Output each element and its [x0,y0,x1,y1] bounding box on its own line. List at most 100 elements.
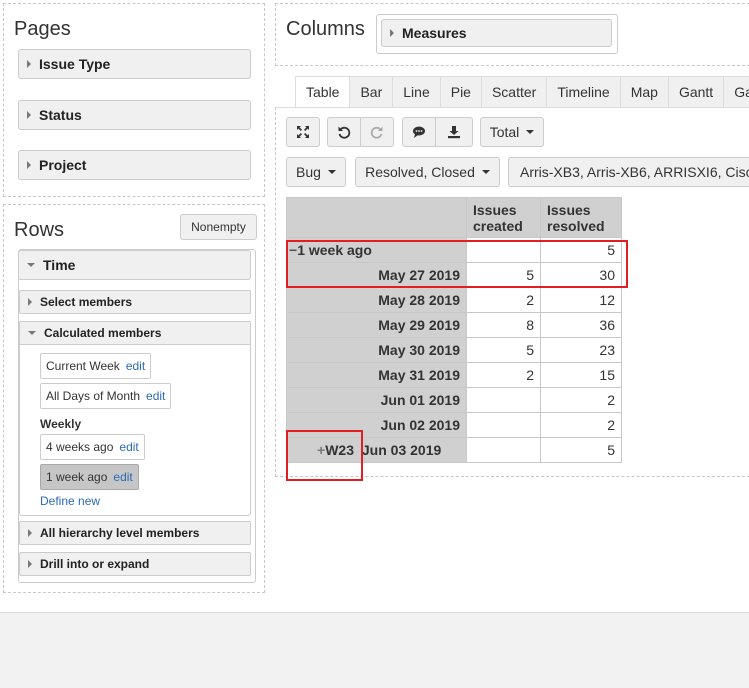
dimension-status[interactable]: Status [18,100,251,130]
header-row: Issues created Issues resolved [286,197,622,238]
caret-down-icon [481,170,490,174]
column-header-issues-resolved[interactable]: Issues resolved [540,197,622,238]
filter-project[interactable]: Arris-XB3, Arris-XB6, ARRISXI6, Cisc [508,157,749,187]
dimension-time[interactable]: Time [18,250,251,280]
dimension-label: Issue Type [39,56,111,72]
table-row: May 31 2019 2 15 [286,362,622,388]
undo-button[interactable] [327,117,361,147]
row-header[interactable]: May 31 2019 [286,362,467,388]
chevron-right-icon [28,560,32,568]
dimension-project[interactable]: Project [18,150,251,180]
dimension-measures[interactable]: Measures [381,19,612,47]
chevron-right-icon [27,60,31,68]
tab-line[interactable]: Line [393,76,441,108]
edit-link[interactable]: edit [126,359,145,373]
download-icon [448,126,460,139]
member-label: All Days of Month [46,389,141,403]
tab-pie[interactable]: Pie [440,76,482,108]
view-tabs: Table Bar Line Pie Scatter Timeline Map … [295,76,749,108]
cell-created: 2 [466,287,541,313]
header-line: created [473,218,523,234]
row-label: Jun 03 2019 [361,442,442,458]
select-members-toggle[interactable]: Select members [19,290,251,314]
row-header[interactable]: May 28 2019 [286,287,467,313]
filter-status[interactable]: Resolved, Closed [355,157,500,187]
chevron-down-icon [27,263,35,267]
export-button[interactable] [435,117,473,147]
caret-down-icon [327,170,336,174]
fullscreen-button[interactable] [286,117,320,147]
dimension-label: Time [43,257,76,273]
rows-title: Rows [14,219,65,241]
dimension-label: Status [39,107,82,123]
filter-value: Arris-XB3, Arris-XB6, ARRISXI6, Cisc [520,164,749,180]
member-all-days-of-month[interactable]: All Days of Month edit [40,383,172,409]
caret-down-icon [526,130,535,134]
member-1-week-ago[interactable]: 1 week ago edit [40,464,139,490]
comment-button[interactable] [402,117,436,147]
dimension-label: Measures [402,25,467,41]
header-line: Issues [547,202,591,218]
chevron-right-icon [390,29,394,37]
comment-icon [413,126,425,138]
drill-label: Drill into or expand [40,557,150,571]
columns-title: Columns [286,18,365,40]
header-line: Issues [473,202,517,218]
corner-cell [286,197,467,238]
row-header[interactable]: Jun 01 2019 [286,387,467,413]
table-row: May 29 2019 8 36 [286,312,622,338]
edit-link[interactable]: edit [119,440,138,454]
table-row: Jun 01 2019 2 [286,387,622,413]
calculated-members-toggle[interactable]: Calculated members [19,321,251,345]
nonempty-button[interactable]: Nonempty [180,214,257,240]
chevron-down-icon [28,331,36,335]
define-new-link[interactable]: Define new [40,494,100,508]
member-label: 4 weeks ago [46,440,114,454]
results-table: Issues created Issues resolved −1 week a… [286,197,622,463]
pages-title: Pages [14,18,71,40]
cell-resolved: 2 [540,412,622,438]
row-header[interactable]: May 30 2019 [286,337,467,363]
member-current-week[interactable]: Current Week edit [40,353,152,379]
chevron-right-icon [27,161,31,169]
drill-into-or-expand-toggle[interactable]: Drill into or expand [19,552,251,576]
tab-table[interactable]: Table [295,76,351,108]
cell-resolved: 2 [540,387,622,413]
dimension-label: Project [39,157,87,173]
filter-value: Resolved, Closed [365,164,475,180]
tab-scatter[interactable]: Scatter [481,76,548,108]
redo-button[interactable] [360,117,394,147]
filter-value: Bug [296,164,321,180]
all-hierarchy-level-members-toggle[interactable]: All hierarchy level members [19,521,251,545]
weekly-heading: Weekly [40,417,82,431]
highlight-box-w23 [286,430,363,481]
cell-created [466,437,541,463]
row-header[interactable]: May 29 2019 [286,312,467,338]
chevron-right-icon [28,298,32,306]
column-header-issues-created[interactable]: Issues created [466,197,541,238]
cell-created [466,412,541,438]
tab-map[interactable]: Map [620,76,669,108]
total-dropdown[interactable]: Total [480,117,544,147]
edit-link[interactable]: edit [113,470,132,484]
cell-resolved: 23 [540,337,622,363]
member-label: 1 week ago [46,470,108,484]
tab-timeline[interactable]: Timeline [547,76,621,108]
cell-resolved: 5 [540,437,622,463]
tab-more[interactable]: Ga [724,76,749,108]
tab-gantt[interactable]: Gantt [668,76,725,108]
cell-resolved: 15 [540,362,622,388]
undo-icon [338,126,351,139]
cell-created [466,387,541,413]
expand-icon [297,126,309,138]
table-row: May 30 2019 5 23 [286,337,622,363]
dimension-issue-type[interactable]: Issue Type [18,49,251,79]
page-footer [0,612,749,688]
cell-created: 5 [466,337,541,363]
table-row: May 28 2019 2 12 [286,287,622,313]
filter-issue-type[interactable]: Bug [286,157,346,187]
member-4-weeks-ago[interactable]: 4 weeks ago edit [40,434,145,460]
edit-link[interactable]: edit [146,389,165,403]
redo-icon [370,126,383,139]
tab-bar[interactable]: Bar [350,76,394,108]
